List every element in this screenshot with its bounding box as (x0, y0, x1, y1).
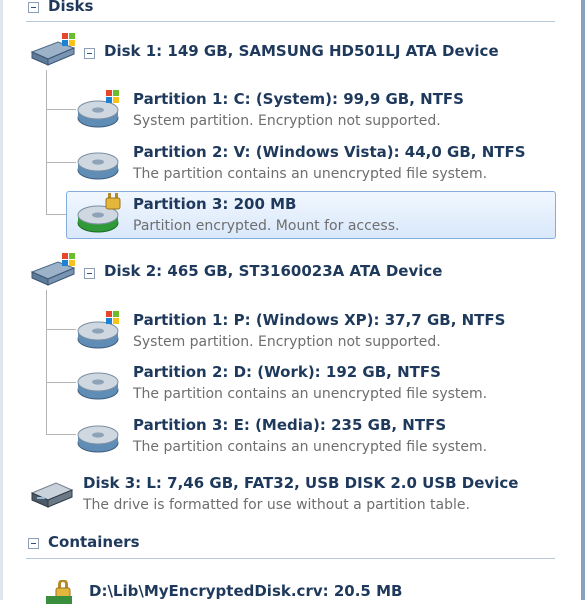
disk-2-row[interactable]: Disk 2: 465 GB, ST3160023A ATA Device (0, 252, 560, 292)
partition-title: Partition 3: 200 MB (133, 195, 297, 213)
partition-icon (77, 152, 119, 180)
containers-section-header: Containers (48, 533, 140, 551)
partition-status: The partition contains an unencrypted fi… (133, 166, 488, 182)
disks-collapse-toggle[interactable] (28, 2, 39, 13)
windows-partition-icon (77, 311, 119, 349)
tree-branch (46, 382, 76, 383)
encrypted-container-icon (46, 580, 72, 604)
partition-status: System partition. Encryption not support… (133, 334, 441, 350)
hard-disk-icon (30, 253, 76, 286)
partition-title: Partition 3: E: (Media): 235 GB, NTFS (133, 416, 447, 434)
containers-collapse-toggle[interactable] (28, 538, 39, 549)
containers-section-rule (26, 558, 555, 559)
tree-branch (46, 109, 76, 110)
disk-2-tree-line (46, 290, 47, 435)
disk-2-partition-1[interactable]: Partition 1: P: (Windows XP): 37,7 GB, N… (76, 307, 556, 355)
partition-icon (77, 425, 119, 453)
disk-2-partition-2[interactable]: Partition 2: D: (Work): 192 GB, NTFS The… (76, 359, 556, 407)
tree-branch (46, 329, 76, 330)
partition-status: The partition contains an unencrypted fi… (133, 439, 488, 455)
partition-icon (77, 372, 119, 400)
disk-1-title: Disk 1: 149 GB, SAMSUNG HD501LJ ATA Devi… (104, 42, 499, 60)
disk-1-tree-line (46, 70, 47, 214)
partition-title: Partition 2: V: (Windows Vista): 44,0 GB… (133, 143, 526, 161)
disks-section-rule (26, 21, 555, 22)
disks-section-header: Disks (48, 0, 94, 15)
panel-right-border (581, 0, 585, 600)
container-title: D:\Lib\MyEncryptedDisk.crv: 20.5 MB (89, 582, 403, 600)
drive-tree-panel: Disks Disk 1: 149 GB, SAMSUNG HD501LJ AT… (0, 0, 585, 604)
encrypted-partition-icon (77, 193, 121, 233)
disk-1-partition-2[interactable]: Partition 2: V: (Windows Vista): 44,0 GB… (76, 139, 556, 187)
partition-title: Partition 1: P: (Windows XP): 37,7 GB, N… (133, 311, 506, 329)
disk-1-collapse-toggle[interactable] (84, 48, 95, 59)
tree-branch (46, 434, 76, 435)
tree-branch (46, 214, 68, 215)
container-item[interactable]: D:\Lib\MyEncryptedDisk.crv: 20.5 MB (40, 580, 556, 610)
disk-3-status: The drive is formatted for use without a… (83, 497, 470, 513)
disk-1-partition-1[interactable]: Partition 1: C: (System): 99,9 GB, NTFS … (76, 86, 556, 134)
disk-3-title: Disk 3: L: 7,46 GB, FAT32, USB DISK 2.0 … (83, 474, 519, 492)
disk-1-row[interactable]: Disk 1: 149 GB, SAMSUNG HD501LJ ATA Devi… (0, 32, 560, 72)
tree-branch (46, 162, 76, 163)
partition-status: The partition contains an unencrypted fi… (133, 386, 488, 402)
partition-title: Partition 1: C: (System): 99,9 GB, NTFS (133, 90, 464, 108)
disk-2-collapse-toggle[interactable] (84, 268, 95, 279)
partition-status: Partition encrypted. Mount for access. (133, 218, 400, 234)
partition-status: System partition. Encryption not support… (133, 113, 441, 129)
windows-partition-icon (77, 90, 119, 128)
panel-left-border (0, 0, 3, 600)
disk-3-row[interactable]: Disk 3: L: 7,46 GB, FAT32, USB DISK 2.0 … (26, 471, 556, 519)
disk-2-partition-3[interactable]: Partition 3: E: (Media): 235 GB, NTFS Th… (76, 412, 556, 460)
disk-2-title: Disk 2: 465 GB, ST3160023A ATA Device (104, 262, 443, 280)
usb-drive-icon (30, 482, 74, 508)
partition-title: Partition 2: D: (Work): 192 GB, NTFS (133, 363, 441, 381)
hard-disk-icon (30, 33, 76, 66)
disk-1-partition-3[interactable]: Partition 3: 200 MB Partition encrypted.… (76, 191, 556, 239)
